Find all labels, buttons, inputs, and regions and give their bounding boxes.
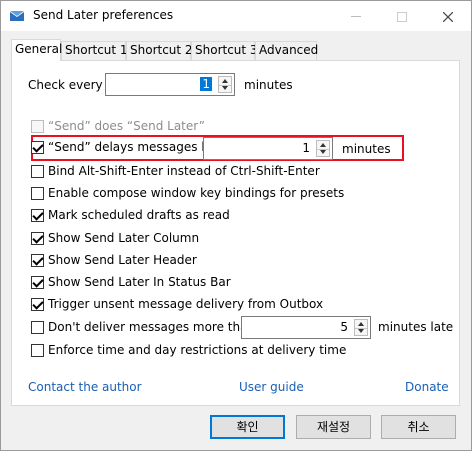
general-panel: Check every : 1 minutes “Send” does “Sen… (11, 60, 460, 406)
show-column-label: Show Send Later Column (48, 231, 200, 245)
check-every-stepper[interactable]: 1 (105, 73, 235, 96)
dont-deliver-late-label: Don't deliver messages more than (48, 320, 256, 334)
mark-scheduled-read-label: Mark scheduled drafts as read (48, 208, 230, 222)
enforce-restrictions-checkbox[interactable] (31, 344, 44, 357)
tab-advanced[interactable]: Advanced (255, 41, 318, 60)
dont-deliver-late-checkbox[interactable] (31, 321, 44, 334)
maximize-icon (397, 11, 407, 22)
send-does-send-later-label: “Send” does “Send Later” (48, 119, 205, 133)
donate-link[interactable]: Donate (405, 380, 449, 394)
mark-scheduled-read-checkbox[interactable] (31, 209, 44, 222)
check-every-value: 1 (200, 77, 212, 91)
send-delays-value: 1 (302, 141, 310, 155)
ok-button[interactable]: 확인 (210, 415, 285, 439)
show-header-label: Show Send Later Header (48, 253, 197, 267)
title-bar: Send Later preferences (1, 1, 471, 31)
compose-key-bindings-checkbox[interactable] (31, 187, 44, 200)
spinner-arrows-icon[interactable] (354, 319, 368, 336)
dont-deliver-late-value: 5 (340, 320, 348, 334)
tab-general[interactable]: General (11, 39, 62, 61)
reset-button[interactable]: 재설정 (296, 415, 371, 439)
close-button[interactable] (425, 1, 471, 31)
trigger-outbox-label: Trigger unsent message delivery from Out… (48, 297, 324, 311)
dont-deliver-late-unit: minutes late (378, 320, 454, 334)
spinner-arrows-icon[interactable] (316, 140, 330, 157)
show-header-checkbox[interactable] (31, 254, 44, 267)
check-every-unit: minutes (244, 78, 293, 92)
preferences-window: Send Later preferences General Shortcut … (0, 0, 472, 451)
bind-alt-shift-enter-label: Bind Alt-Shift-Enter instead of Ctrl-Shi… (48, 164, 320, 178)
envelope-icon (10, 11, 24, 21)
tab-shortcut-3[interactable]: Shortcut 3 (191, 41, 258, 60)
send-delays-label: “Send” delays messages by: (48, 140, 220, 154)
tab-shortcut-2[interactable]: Shortcut 2 (126, 41, 193, 60)
trigger-outbox-checkbox[interactable] (31, 298, 44, 311)
show-status-bar-label: Show Send Later In Status Bar (48, 275, 231, 289)
bind-alt-shift-enter-checkbox[interactable] (31, 165, 44, 178)
send-delays-unit: minutes (342, 142, 391, 156)
minimize-icon (351, 16, 361, 17)
close-icon (442, 11, 454, 22)
check-every-label: Check every : (28, 78, 111, 92)
spinner-arrows-icon[interactable] (218, 76, 232, 93)
window-title: Send Later preferences (33, 8, 174, 22)
tab-shortcut-1[interactable]: Shortcut 1 (61, 41, 128, 60)
send-does-send-later-checkbox[interactable] (31, 120, 44, 133)
show-column-checkbox[interactable] (31, 232, 44, 245)
show-status-bar-checkbox[interactable] (31, 276, 44, 289)
maximize-button[interactable] (379, 1, 425, 31)
contact-author-link[interactable]: Contact the author (28, 380, 142, 394)
minimize-button[interactable] (333, 1, 379, 31)
send-delays-checkbox[interactable] (31, 141, 44, 154)
send-delays-stepper[interactable]: 1 (203, 137, 333, 160)
user-guide-link[interactable]: User guide (239, 380, 304, 394)
cancel-button[interactable]: 취소 (381, 415, 456, 439)
enforce-restrictions-label: Enforce time and day restrictions at del… (48, 343, 347, 357)
compose-key-bindings-label: Enable compose window key bindings for p… (48, 186, 345, 200)
dont-deliver-late-stepper[interactable]: 5 (241, 316, 371, 339)
